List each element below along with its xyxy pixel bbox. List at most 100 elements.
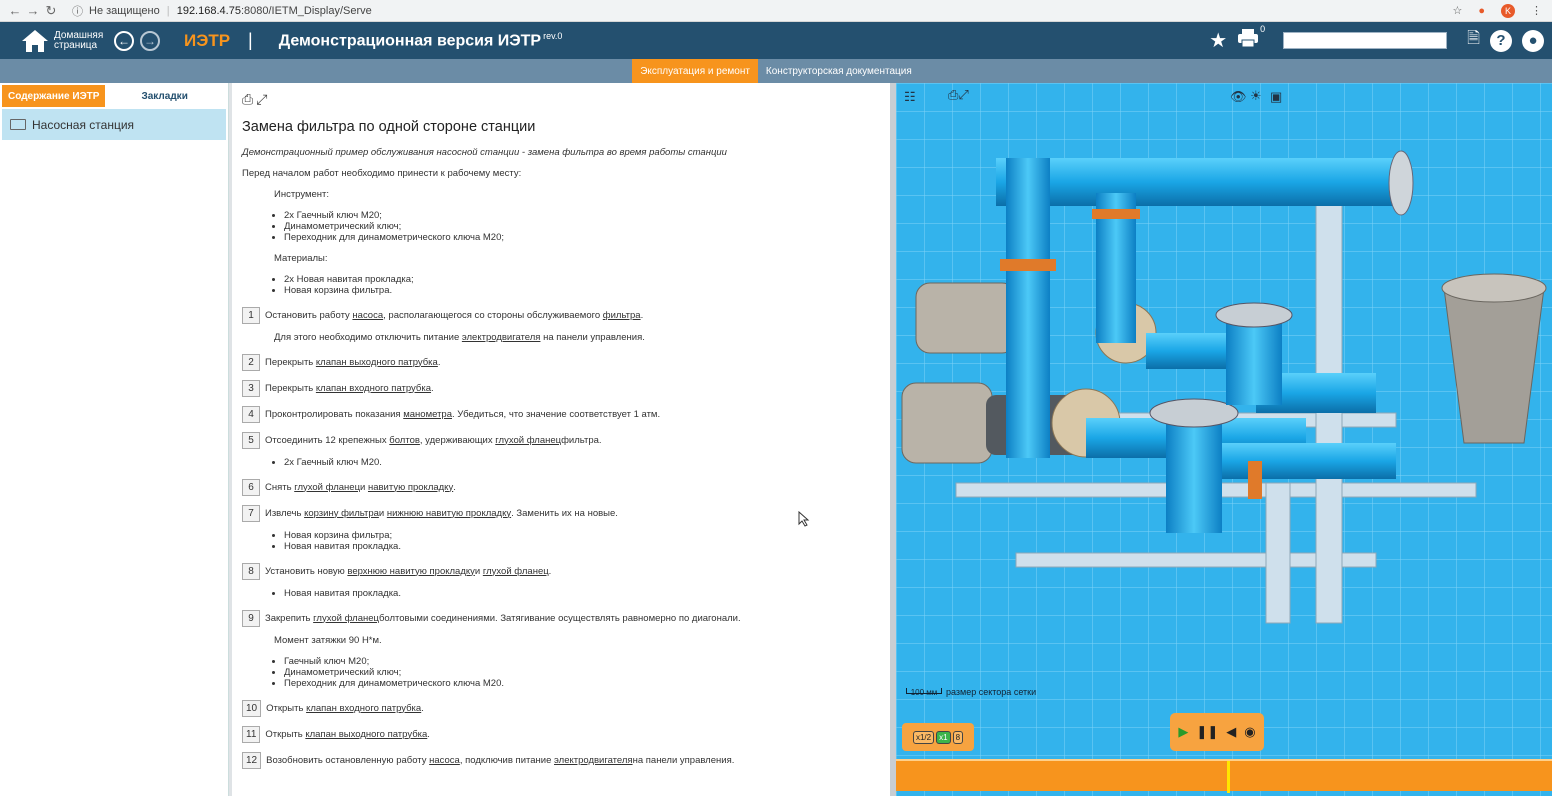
step-text: . Убедиться, что значение соответствует … [451,408,661,420]
step-number[interactable]: 6 [242,478,260,496]
print-button[interactable]: 0 [1237,24,1265,53]
link-outlet-valve[interactable]: клапан выходного патрубка [316,357,438,368]
link-upper-gasket[interactable]: верхнюю навитую прокладку [347,566,475,577]
tab-design-docs[interactable]: Конструкторская документация [758,59,920,83]
reload-icon[interactable]: ↻ [42,3,60,19]
vr-icon[interactable]: ▣ [1270,89,1282,105]
link-motor[interactable]: электродвигателя [554,755,633,766]
link-filter[interactable]: фильтра [603,310,641,321]
step-number[interactable]: 11 [242,725,261,743]
link-blind-flange[interactable]: глухой фланец [313,613,379,624]
forward-icon[interactable]: → [24,3,42,18]
play-icon[interactable]: ▶ [1178,724,1188,740]
light-icon[interactable]: ☀ [1250,88,1262,104]
link-filter-basket[interactable]: корзину фильтра [304,508,379,519]
help-icon[interactable]: ? [1490,29,1512,52]
materials-header: Материалы: [274,253,328,264]
step-number[interactable]: 9 [242,609,260,627]
step-number[interactable]: 1 [242,306,260,324]
step-text: Открыть [266,702,304,714]
note-text: на панели управления. [540,332,645,343]
step-number[interactable]: 4 [242,405,260,423]
speed-half[interactable]: x1/2 [912,730,935,744]
step-text: . [548,565,552,577]
speed-normal[interactable]: x1 [936,730,951,744]
step-2: 2 Перекрыть клапан выходного патрубка. [242,353,882,371]
list-item: Гаечный ключ М20; [284,656,882,667]
user-icon[interactable]: ● [1522,29,1544,52]
list-item: 2х Гаечный ключ М20. [284,457,882,468]
printer-icon [1238,29,1259,48]
visibility-icon[interactable]: 👁 [1230,89,1247,105]
pause-icon[interactable]: ❚❚ [1196,724,1218,740]
speed-eight[interactable]: 8 [952,730,964,744]
document-panel: ⎙⤢ Замена фильтра по одной стороне станц… [232,83,890,796]
step-text: . [640,309,644,321]
link-motor[interactable]: электродвигателя [462,332,541,343]
step-number[interactable]: 2 [242,353,260,371]
address-bar[interactable]: Не защищено | 192.168.4.75:8080/IETM_Dis… [89,5,372,17]
step-9: 9 Закрепить глухой фланец болтовыми соед… [242,609,882,627]
url-path: :8080/IETM_Display/Serve [240,4,372,17]
forward-button[interactable]: → [140,30,160,51]
step-number[interactable]: 12 [242,751,262,769]
note-text: Для этого необходимо отключить питание [274,332,462,343]
timeline-cursor[interactable] [1227,761,1230,793]
scale-value: 100 мм [906,688,942,697]
search-input[interactable] [1283,32,1448,49]
tree-view-icon[interactable]: ☷ [904,89,916,105]
link-blind-flange[interactable]: глухой фланец [495,435,561,446]
step-12: 12 Возобновить остановленную работу насо… [242,751,882,769]
info-icon[interactable]: ⓘ [72,3,83,19]
link-pump[interactable]: насоса [429,755,460,766]
link-inlet-valve[interactable]: клапан входного патрубка [306,703,421,714]
list-item: Динамометрический ключ; [284,221,882,232]
back-button[interactable]: ← [114,30,134,51]
step-text: Отсоединить 12 крепежных [265,434,387,446]
step-number[interactable]: 8 [242,562,260,580]
extension-icon[interactable]: ● [1478,5,1485,17]
link-outlet-valve[interactable]: клапан выходного патрубка [305,729,427,740]
tab-bookmarks[interactable]: Закладки [105,85,193,107]
step-text: Извлечь [265,507,302,519]
step-text: . [421,702,424,714]
link-manometer[interactable]: манометра [403,409,452,420]
search-doc-icon[interactable]: 🗎 [1467,27,1480,54]
step-number[interactable]: 5 [242,431,260,449]
step-number[interactable]: 3 [242,379,260,397]
viewer-print-icon[interactable]: ⎙⤢ [948,87,969,103]
link-lower-gasket[interactable]: нижнюю навитую прокладку [387,508,511,519]
scale-label: размер сектора сетки [946,687,1037,697]
link-pump[interactable]: насоса [352,310,383,321]
link-blind-flange[interactable]: глухой фланец [294,482,360,493]
browser-toolbar: ← → ↻ ⓘ Не защищено | 192.168.4.75:8080/… [0,0,1552,22]
tree-item-pump-station[interactable]: Насосная станция [2,109,226,140]
animation-timeline[interactable] [896,759,1552,793]
link-inlet-valve[interactable]: клапан входного патрубка [316,383,431,394]
home-button[interactable]: Домашняя страница [20,28,106,54]
tab-contents[interactable]: Содержание ИЭТР [2,85,106,107]
link-bolts[interactable]: болтов [389,435,420,446]
menu-icon[interactable]: ⋮ [1531,4,1542,17]
profile-avatar[interactable]: K [1501,3,1515,18]
bookmark-star-icon[interactable]: ☆ [1452,4,1462,17]
step-number[interactable]: 10 [242,699,262,717]
star-icon[interactable]: ★ [1209,28,1227,53]
speed-selector: x1/2 x1 8 [902,723,974,751]
link-blind-flange[interactable]: глухой фланец [483,566,549,577]
3d-viewer[interactable]: ☷ ⎙⤢ 👁 ☀ ▣ 100 мм размер сектора сетки x1… [896,83,1552,796]
step-1: 1 Остановить работу насоса, располагающе… [242,306,882,324]
document-intro: Демонстрационный пример обслуживания нас… [242,147,727,158]
stop-icon[interactable]: ◉ [1244,724,1255,740]
print-icon[interactable]: ⎙ [242,91,256,107]
step-back-icon[interactable]: ◀ [1226,724,1236,740]
fullscreen-icon[interactable]: ⤢ [256,91,270,107]
step-9-list: Гаечный ключ М20; Динамометрический ключ… [284,656,882,689]
back-icon[interactable]: ← [6,3,24,18]
step-number[interactable]: 7 [242,504,260,522]
sidebar-tabs: Содержание ИЭТР Закладки [2,85,226,107]
step-6: 6 Снять глухой фланец и навитую прокладк… [242,478,882,496]
tab-operation[interactable]: Эксплуатация и ремонт [632,59,758,83]
step-text: . [427,728,430,740]
link-gasket[interactable]: навитую прокладку [368,482,453,493]
